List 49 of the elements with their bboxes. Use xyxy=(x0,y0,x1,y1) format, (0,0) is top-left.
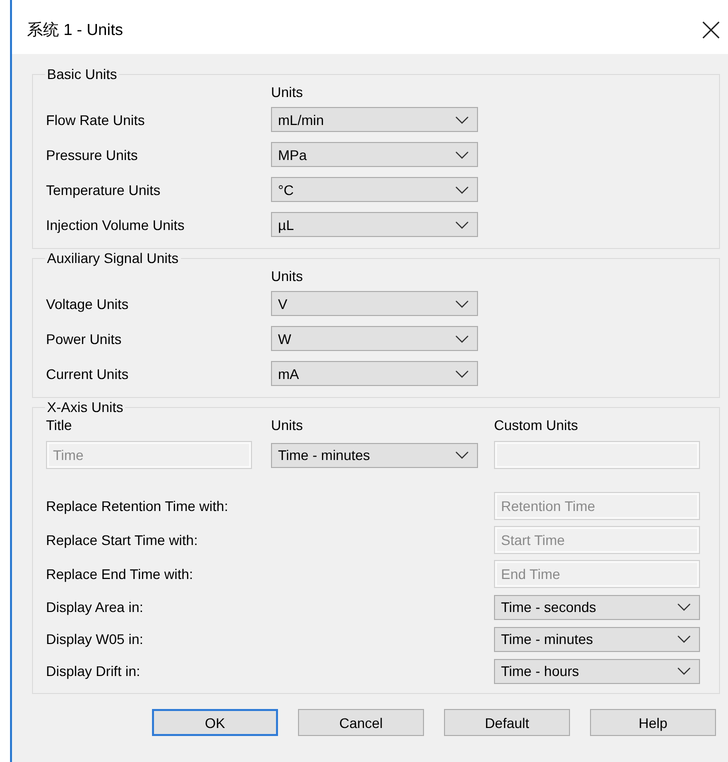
close-icon[interactable] xyxy=(702,21,720,39)
chevron-icon xyxy=(455,334,469,342)
group-title: Auxiliary Signal Units xyxy=(46,250,180,266)
field-label: Injection Volume Units xyxy=(46,216,186,235)
units-dropdown[interactable]: Time - seconds xyxy=(494,594,700,620)
field-label: Display W05 in: xyxy=(46,630,144,649)
units-dropdown[interactable]: µL xyxy=(271,212,478,237)
field-label: Display Drift in: xyxy=(46,662,142,681)
field-label: Voltage Units xyxy=(46,294,130,314)
dialog-button[interactable]: Default xyxy=(444,709,570,736)
chevron-icon xyxy=(455,150,469,158)
units-dropdown[interactable]: mA xyxy=(271,361,478,386)
field-label: Replace End Time with: xyxy=(46,565,194,584)
field-label: Replace Retention Time with: xyxy=(46,497,230,516)
chevron-icon xyxy=(677,667,691,675)
field-label: Pressure Units xyxy=(46,146,139,164)
units-dropdown[interactable]: Time - hours xyxy=(494,658,700,684)
units-dropdown[interactable]: °C xyxy=(271,177,478,202)
chevron-icon xyxy=(677,635,691,643)
field-label: Power Units xyxy=(46,330,122,348)
column-header: Custom Units xyxy=(494,416,580,435)
group-title: X-Axis Units xyxy=(46,399,124,415)
dialog-button[interactable]: OK xyxy=(152,709,278,736)
chevron-icon xyxy=(455,220,469,228)
column-header: Units xyxy=(271,416,304,435)
chevron-icon xyxy=(455,451,469,459)
dialog-button[interactable]: Cancel xyxy=(298,709,424,736)
units-dropdown[interactable]: Time - minutes xyxy=(271,442,478,468)
field-label: Replace Start Time with: xyxy=(46,531,199,550)
column-header: Units xyxy=(271,83,304,102)
column-header: Units xyxy=(271,267,304,286)
field-label: Flow Rate Units xyxy=(46,110,146,130)
field-label: Current Units xyxy=(46,364,130,384)
chevron-icon xyxy=(455,186,469,194)
chevron-icon xyxy=(455,370,469,378)
chevron-icon xyxy=(455,116,469,124)
dialog-button[interactable]: Help xyxy=(590,709,716,736)
units-dropdown[interactable]: mL/min xyxy=(271,107,478,132)
units-dropdown[interactable]: MPa xyxy=(271,142,478,167)
group-title: Basic Units xyxy=(46,66,118,82)
units-dropdown[interactable]: Time - minutes xyxy=(494,626,700,652)
field-label: Display Area in: xyxy=(46,598,144,617)
window-title: 系统 1 - Units xyxy=(27,20,124,40)
field-label: Temperature Units xyxy=(46,180,162,200)
units-dropdown[interactable]: V xyxy=(271,291,478,316)
chevron-icon xyxy=(677,603,691,611)
units-dropdown[interactable]: W xyxy=(271,326,478,351)
column-header: Title xyxy=(46,416,73,435)
chevron-icon xyxy=(455,300,469,308)
